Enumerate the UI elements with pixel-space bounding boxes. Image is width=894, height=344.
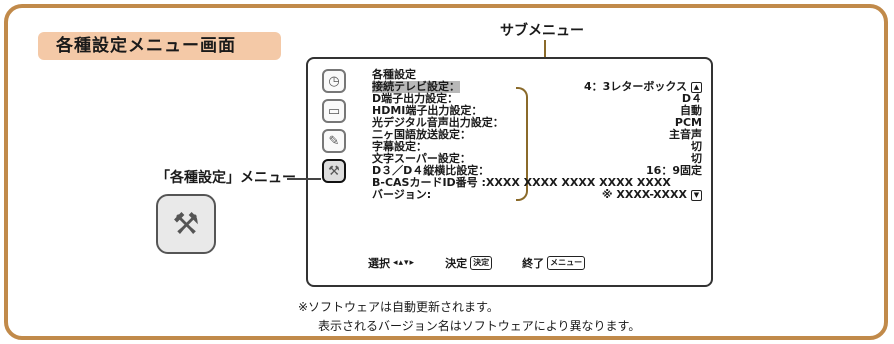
select-control: 選択 ◂▴▾▸ — [368, 255, 415, 271]
version-value: ※ XXXX-XXXX — [601, 188, 687, 201]
scroll-down-icon[interactable]: ▼ — [691, 189, 702, 201]
menu-callout-line — [287, 178, 321, 180]
settings-menu-callout: 「各種設定」メニュー — [156, 170, 296, 186]
select-label: 選択 — [368, 257, 390, 270]
decide-control[interactable]: 決定 決定 — [445, 255, 493, 271]
menu-row-value: 4：3レターボックス — [584, 80, 687, 93]
menu-row-version: バージョン: ※ XXXX-XXXX ▼ — [372, 189, 702, 201]
clock-icon[interactable]: ◷ — [322, 69, 346, 93]
menu-icon-column: ◷ ▭ ✎ ⚒ — [322, 69, 348, 189]
note-line-1: ※ソフトウェアは自動更新されます。 — [298, 300, 499, 314]
tool-icon[interactable]: ✎ — [322, 129, 346, 153]
toolbox-icon[interactable]: ⚒ — [322, 159, 346, 183]
menu-key-icon: メニュー — [547, 256, 586, 270]
dpad-icon: ◂▴▾▸ — [393, 257, 416, 268]
bottom-bar: 選択 ◂▴▾▸ 決定 決定 終了 メニュー — [368, 255, 668, 271]
version-label: バージョン: — [372, 188, 432, 201]
scroll-up-icon[interactable]: ▲ — [691, 81, 702, 93]
page-title: 各種設定メニュー画面 — [38, 32, 281, 60]
note-line-2: 表示されるバージョン名はソフトウェアにより異なります。 — [318, 319, 641, 333]
settings-screen: ◷ ▭ ✎ ⚒ 各種設定 接続テレビ設定： 4：3レターボックス ▲ D端子出力設… — [306, 57, 713, 287]
decide-label: 決定 — [445, 257, 468, 270]
decide-key-icon: 決定 — [470, 256, 493, 270]
exit-control[interactable]: 終了 メニュー — [522, 255, 586, 271]
exit-label: 終了 — [522, 257, 545, 270]
submenu-label: サブメニュー — [500, 23, 584, 39]
tv-icon[interactable]: ▭ — [322, 99, 346, 123]
settings-menu: 各種設定 接続テレビ設定： 4：3レターボックス ▲ D端子出力設定： D４ HD… — [372, 69, 702, 201]
toolbox-icon-large: ⚒ — [156, 194, 216, 254]
